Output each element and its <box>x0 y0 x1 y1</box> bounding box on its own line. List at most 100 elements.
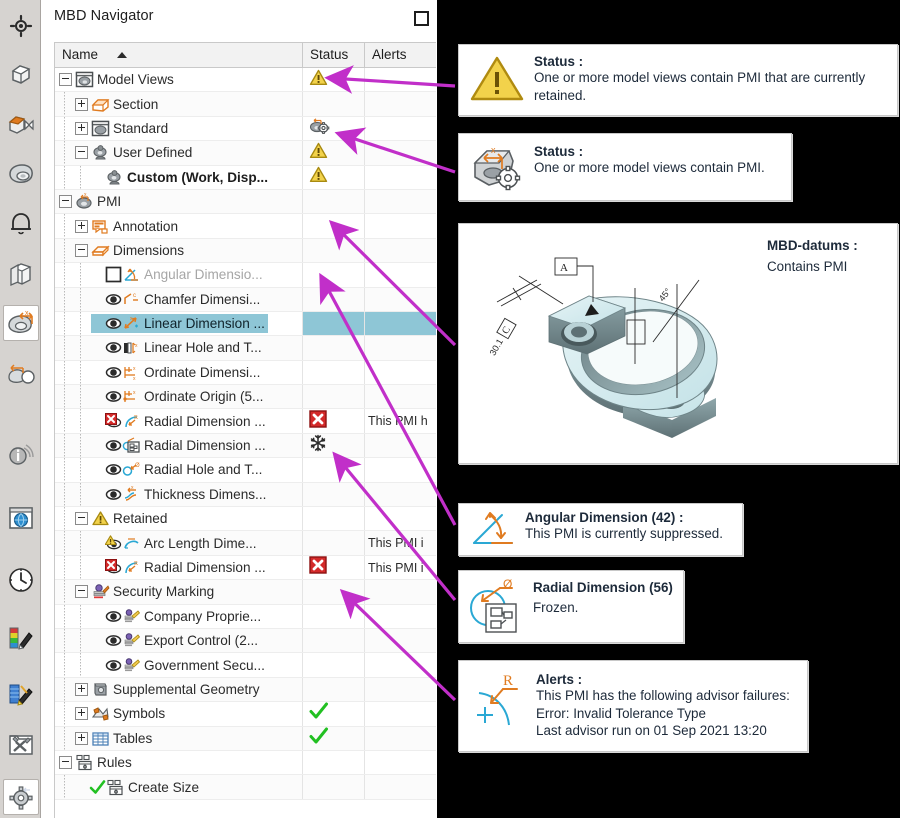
eye-icon[interactable] <box>105 657 122 674</box>
error-icon[interactable] <box>105 559 122 576</box>
table-row[interactable]: Company Proprie... <box>55 604 436 629</box>
svg-text:x: x <box>25 310 29 317</box>
table-row[interactable]: Export Control (2... <box>55 628 436 654</box>
cell-alerts <box>365 92 436 115</box>
toolbar-assembly-navigator-icon[interactable] <box>3 8 39 44</box>
table-row[interactable]: R Radial Dimension ... This PMI i <box>55 555 436 581</box>
table-row[interactable]: Section <box>55 92 436 117</box>
eye-icon[interactable] <box>105 339 122 356</box>
column-header-name[interactable]: Name <box>55 43 303 67</box>
table-row[interactable]: Create Size <box>55 775 436 800</box>
toolbar-customer-defaults-icon[interactable] <box>3 727 39 763</box>
eye-icon[interactable] <box>105 315 122 332</box>
eye-icon[interactable] <box>105 632 122 649</box>
callout-alerts: R Alerts : This PMI has the following ad… <box>458 660 808 752</box>
toolbar-roles-icon[interactable] <box>3 779 39 815</box>
toolbar-mbd-navigator-icon[interactable]: x <box>3 305 39 341</box>
toolbar-constraint-navigator-icon[interactable] <box>3 106 39 142</box>
cell-name: R Radial Dimension ... <box>55 555 303 580</box>
expand-icon[interactable] <box>75 682 88 696</box>
table-row[interactable]: Symbols <box>55 702 436 727</box>
cell-alerts <box>365 702 436 725</box>
warning-eye-icon[interactable] <box>105 534 122 552</box>
toolbar-model-view-navigator-icon[interactable] <box>3 156 39 192</box>
eye-icon[interactable] <box>105 437 122 454</box>
toolbar-system-materials-icon[interactable] <box>3 676 39 712</box>
table-row[interactable]: x Ordinate Origin (5... <box>55 385 436 410</box>
table-row[interactable]: Annotation <box>55 214 436 239</box>
table-row[interactable]: Retained <box>55 507 436 532</box>
table-row[interactable]: Standard <box>55 116 436 142</box>
column-header-alerts[interactable]: Alerts <box>365 43 436 67</box>
eye-icon[interactable] <box>105 388 122 405</box>
expand-icon[interactable] <box>75 121 88 135</box>
toolbar-render-palette-icon[interactable] <box>3 620 39 656</box>
error-icon[interactable] <box>105 412 122 430</box>
svg-text:R: R <box>134 561 138 567</box>
tree-item-label: Government Secu... <box>144 657 265 673</box>
eye-icon[interactable] <box>105 364 122 381</box>
expand-icon[interactable] <box>75 707 88 721</box>
table-row[interactable]: Ø Radial Hole and T... <box>55 458 436 483</box>
toolbar-web-browser-icon[interactable] <box>3 500 39 536</box>
table-row[interactable]: Security Marking <box>55 580 436 605</box>
cell-status <box>303 726 365 750</box>
expand-icon[interactable] <box>75 97 88 111</box>
column-header-status[interactable]: Status <box>303 43 365 67</box>
radial-dimension-icon: R <box>122 559 141 576</box>
tree-item-label: Retained <box>113 511 168 527</box>
table-row[interactable]: Radial Dimension ... <box>55 433 436 459</box>
table-row[interactable]: Custom (Work, Disp... <box>55 165 436 190</box>
collapse-icon[interactable] <box>59 195 72 209</box>
eye-icon[interactable] <box>105 486 122 503</box>
toolbar-history-clock-icon[interactable] <box>3 562 39 598</box>
eye-icon[interactable] <box>105 461 122 478</box>
cell-status <box>303 385 365 409</box>
table-row[interactable]: Government Secu... <box>55 653 436 678</box>
callout-title: MBD-datums : <box>767 238 858 253</box>
toolbar-part-navigator-icon[interactable] <box>3 56 39 92</box>
eye-icon[interactable] <box>105 291 122 308</box>
table-row[interactable]: x x Ordinate Dimensi... <box>55 360 436 386</box>
cell-status <box>303 750 365 775</box>
expand-icon[interactable] <box>75 219 88 233</box>
table-row[interactable]: Angular Dimensio... <box>55 263 436 288</box>
collapse-icon[interactable] <box>75 146 88 160</box>
table-row[interactable]: Model Views <box>55 68 436 93</box>
toolbar-information-icon[interactable] <box>3 437 39 473</box>
table-row[interactable]: Dimensions <box>55 238 436 264</box>
table-row[interactable]: Arc Length Dime... This PMI i <box>55 531 436 556</box>
table-row[interactable]: Rules <box>55 750 436 776</box>
collapse-icon[interactable] <box>75 243 88 257</box>
eye-icon[interactable] <box>105 608 122 625</box>
table-row[interactable]: R Radial Dimension ... This PMI h <box>55 409 436 434</box>
check-icon[interactable] <box>89 779 106 796</box>
maximize-icon[interactable] <box>414 11 429 26</box>
table-row[interactable]: Supplemental Geometry <box>55 677 436 703</box>
collapse-icon[interactable] <box>59 756 72 770</box>
collapse-icon[interactable] <box>75 512 88 526</box>
collapse-icon[interactable] <box>59 73 72 87</box>
table-row[interactable]: x Thickness Dimens... <box>55 482 436 508</box>
cell-name: Radial Dimension ... <box>55 433 303 458</box>
table-row[interactable]: c Chamfer Dimensi... <box>55 287 436 312</box>
warning-icon <box>91 510 110 527</box>
table-row[interactable]: User Defined <box>55 141 436 166</box>
callout-title: Status : <box>534 144 584 159</box>
collapse-icon[interactable] <box>75 585 88 599</box>
callout-angular-dimension: Angular Dimension (42) : This PMI is cur… <box>458 503 743 556</box>
model-views-icon <box>75 71 94 88</box>
user-defined-icon <box>105 169 124 186</box>
table-row[interactable]: x Linear Hole and T... <box>55 336 436 361</box>
toolbar-view-manager-icon[interactable] <box>3 355 39 391</box>
cell-alerts <box>365 361 436 384</box>
checkbox-empty-icon[interactable] <box>105 266 122 283</box>
cell-alerts <box>365 288 436 311</box>
table-row[interactable]: Tables <box>55 726 436 751</box>
tree-item-label: Supplemental Geometry <box>113 681 260 697</box>
table-row[interactable]: x Linear Dimension ... <box>55 311 436 337</box>
expand-icon[interactable] <box>75 731 88 745</box>
toolbar-reuse-library-icon[interactable] <box>3 206 39 242</box>
table-row[interactable]: x PMI <box>55 189 436 215</box>
toolbar-history-icon[interactable] <box>3 256 39 292</box>
